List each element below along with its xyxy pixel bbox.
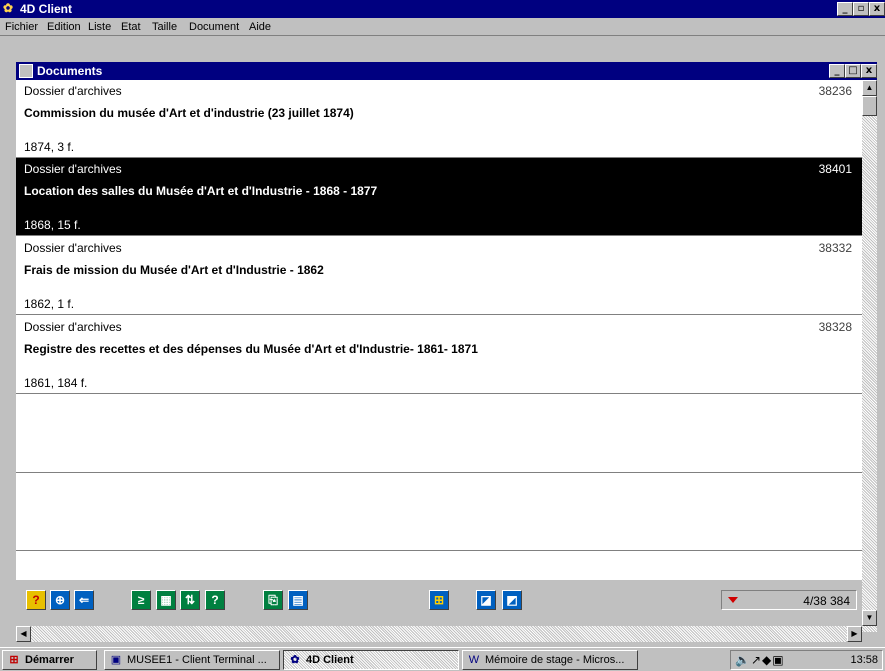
doc-maximize-button[interactable]: □ (845, 64, 861, 78)
record-type: Dossier d'archives (24, 162, 122, 176)
minimize-button[interactable]: _ (837, 2, 853, 16)
scroll-left-icon[interactable]: ◀ (16, 626, 31, 642)
record-title: Registre des recettes et des dépenses du… (24, 342, 478, 356)
app-icon: ✿ (3, 1, 14, 15)
record-meta: 1861, 184 f. (24, 376, 88, 390)
vertical-scrollbar[interactable]: ▲ ▼ (862, 80, 877, 632)
windows-logo-icon: ⊞ (9, 654, 19, 666)
record-number: 38401 (818, 162, 852, 176)
query-icon[interactable]: ? (205, 590, 225, 610)
next-record-icon[interactable]: ≥ (131, 590, 151, 610)
record-title: Location des salles du Musée d'Art et d'… (24, 184, 378, 198)
scroll-down-icon[interactable]: ▼ (862, 610, 877, 626)
list-item-selected[interactable]: Dossier d'archives 38401 Location des sa… (16, 158, 862, 236)
record-title: Frais de mission du Musée d'Art et d'Ind… (24, 263, 324, 277)
open-icon[interactable]: ◪ (476, 590, 496, 610)
record-title: Commission du musée d'Art et d'industrie… (24, 106, 354, 120)
dropdown-arrow-icon[interactable] (728, 597, 738, 603)
task-label: 4D Client (306, 654, 354, 666)
list-item[interactable]: Dossier d'archives 38328 Registre des re… (16, 316, 862, 394)
documents-window-title: Documents (37, 64, 103, 78)
list-item[interactable]: Dossier d'archives 38236 Commission du m… (16, 80, 862, 158)
documents-window-titlebar: Documents _ □ x (16, 62, 877, 80)
system-tray: 🔈↗◆▣ 13:58 (730, 650, 883, 670)
record-number: 38236 (818, 84, 852, 98)
start-button[interactable]: ⊞ Démarrer (2, 650, 97, 670)
help-icon[interactable]: ? (26, 590, 46, 610)
menu-etat[interactable]: Etat (121, 21, 141, 33)
word-icon: W (468, 654, 480, 666)
save-icon[interactable]: ▤ (288, 590, 308, 610)
bottom-toolbar: ? ⊕ ⇐ ≥ ▦ ⇅ ? ⎘ ▤ ⊞ ◪ ◩ 4/38 384 (16, 580, 862, 622)
menu-edition[interactable]: Edition (47, 21, 81, 33)
menu-taille[interactable]: Taille (152, 21, 177, 33)
doc-close-button[interactable]: x (861, 64, 877, 78)
list-item[interactable]: Dossier d'archives 38332 Frais de missio… (16, 237, 862, 315)
menu-aide[interactable]: Aide (249, 21, 271, 33)
record-number: 38332 (818, 241, 852, 255)
task-label: Mémoire de stage - Micros... (485, 654, 625, 666)
menu-bar: Fichier Edition Liste Etat Taille Docume… (0, 18, 885, 36)
doc-minimize-button[interactable]: _ (829, 64, 845, 78)
record-meta: 1862, 1 f. (24, 297, 75, 311)
task-word-document[interactable]: W Mémoire de stage - Micros... (462, 650, 638, 670)
scroll-up-icon[interactable]: ▲ (862, 80, 877, 96)
record-counter[interactable]: 4/38 384 (721, 590, 857, 610)
record-type: Dossier d'archives (24, 320, 122, 334)
restore-button[interactable]: ▫ (853, 2, 869, 16)
sort-icon[interactable]: ⇅ (180, 590, 200, 610)
list-view-icon[interactable]: ▦ (156, 590, 176, 610)
menu-liste[interactable]: Liste (88, 21, 111, 33)
record-meta: 1868, 15 f. (24, 218, 81, 232)
start-label: Démarrer (25, 654, 74, 666)
clock: 13:58 (850, 654, 878, 666)
grid-icon[interactable]: ⊞ (429, 590, 449, 610)
task-4d-client[interactable]: ✿ 4D Client (283, 650, 459, 670)
task-label: MUSEE1 - Client Terminal ... (127, 654, 267, 666)
empty-row (16, 473, 862, 551)
lifebuoy-icon[interactable]: ⊕ (50, 590, 70, 610)
tray-icons[interactable]: 🔈↗◆▣ (735, 653, 785, 667)
record-type: Dossier d'archives (24, 241, 122, 255)
record-number: 38328 (818, 320, 852, 334)
scroll-right-icon[interactable]: ▶ (847, 626, 862, 642)
document-window-icon (19, 64, 33, 78)
back-icon[interactable]: ⇐ (74, 590, 94, 610)
4d-app-icon: ✿ (290, 654, 300, 666)
empty-row (16, 551, 862, 580)
app-titlebar: ✿ 4D Client _ ▫ x (0, 0, 885, 18)
export-icon[interactable]: ⎘ (263, 590, 283, 610)
taskbar: ⊞ Démarrer ▣ MUSEE1 - Client Terminal ..… (0, 647, 885, 671)
close-button[interactable]: x (869, 2, 885, 16)
horizontal-scrollbar[interactable]: ◀ ▶ (16, 626, 862, 642)
record-counter-value: 4/38 384 (803, 594, 850, 608)
menu-fichier[interactable]: Fichier (5, 21, 38, 33)
task-musee1[interactable]: ▣ MUSEE1 - Client Terminal ... (104, 650, 280, 670)
record-meta: 1874, 3 f. (24, 140, 75, 154)
scroll-thumb[interactable] (862, 96, 877, 116)
records-list[interactable]: Dossier d'archives 38236 Commission du m… (16, 80, 862, 580)
edit-icon[interactable]: ◩ (502, 590, 522, 610)
terminal-window-icon: ▣ (110, 654, 122, 666)
record-type: Dossier d'archives (24, 84, 122, 98)
app-title: 4D Client (20, 2, 73, 16)
menu-document[interactable]: Document (189, 21, 239, 33)
empty-row (16, 395, 862, 473)
